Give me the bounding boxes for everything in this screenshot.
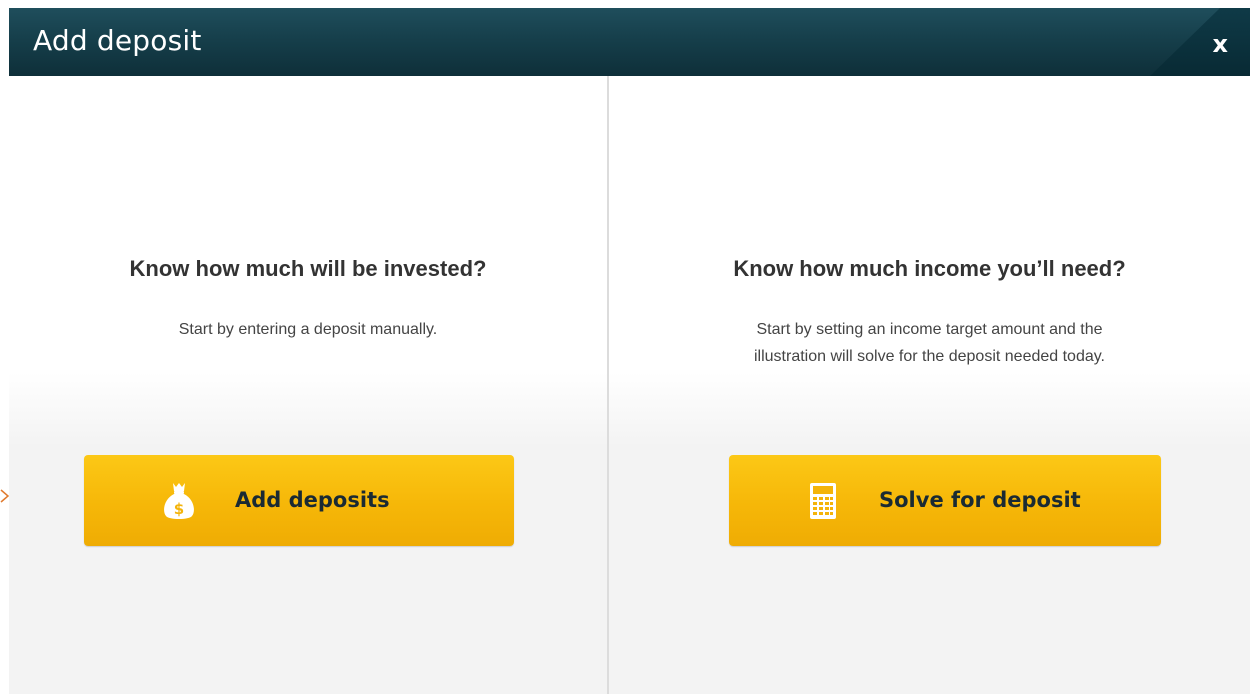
- manual-deposit-heading: Know how much will be invested?: [129, 256, 487, 281]
- titlebar-corner-decoration: [1150, 8, 1250, 76]
- add-deposits-button[interactable]: $ Add deposits: [84, 455, 514, 546]
- solve-deposit-description-line1: Start by setting an income target amount…: [756, 321, 1103, 338]
- add-deposit-dialog: Add deposit x Know how much will be inve…: [9, 8, 1250, 694]
- solve-deposit-description-line2: illustration will solve for the deposit …: [753, 348, 1105, 365]
- solve-deposit-heading: Know how much income you’ll need?: [733, 256, 1126, 281]
- close-button[interactable]: x: [1213, 30, 1228, 58]
- dialog-title: Add deposit: [33, 24, 202, 57]
- dialog-titlebar: Add deposit x: [9, 8, 1250, 76]
- add-deposits-label: Add deposits: [235, 488, 390, 512]
- manual-deposit-panel: Know how much will be invested? Start by…: [9, 76, 607, 694]
- solve-for-deposit-label: Solve for deposit: [879, 488, 1081, 512]
- solve-for-deposit-button[interactable]: Solve for deposit: [729, 455, 1161, 546]
- dialog-content: Know how much will be invested? Start by…: [9, 76, 1250, 694]
- calculator-icon: [809, 455, 837, 546]
- solve-deposit-description: Start by setting an income target amount…: [609, 316, 1250, 370]
- money-bag-icon: $: [162, 455, 196, 546]
- manual-deposit-description: Start by entering a deposit manually.: [178, 321, 438, 338]
- svg-text:$: $: [174, 500, 184, 518]
- solve-deposit-panel: Know how much income you’ll need? Start …: [609, 76, 1250, 694]
